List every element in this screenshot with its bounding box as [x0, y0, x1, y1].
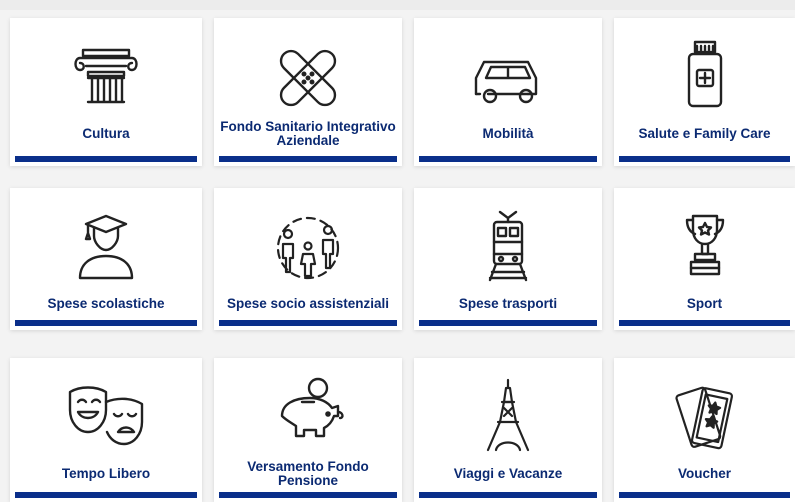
tile-accent-bar	[619, 492, 790, 498]
tile-spese-trasporti[interactable]: Spese trasporti	[414, 188, 602, 330]
tile-accent-bar	[15, 320, 197, 326]
graduate-icon	[10, 206, 202, 288]
eiffel-tower-icon	[414, 376, 602, 458]
tile-versamento-fondo-pensione[interactable]: Versamento Fondo Pensione	[214, 358, 402, 502]
tile-label: Viaggi e Vacanze	[453, 466, 563, 481]
tile-label: Spese scolastiche	[47, 296, 165, 311]
tile-salute-family-care[interactable]: Salute e Family Care	[614, 18, 795, 166]
column-icon	[10, 36, 202, 118]
tile-mobilita[interactable]: Mobilità	[414, 18, 602, 166]
tile-label: Mobilità	[482, 126, 534, 141]
tile-accent-bar	[219, 492, 397, 498]
tile-tempo-libero[interactable]: Tempo Libero	[10, 358, 202, 502]
bandage-icon	[214, 36, 402, 118]
tile-viaggi-vacanze[interactable]: Viaggi e Vacanze	[414, 358, 602, 502]
family-icon	[214, 206, 402, 288]
tile-label: Cultura	[82, 126, 130, 141]
tile-voucher[interactable]: Voucher	[614, 358, 795, 502]
tile-spese-scolastiche[interactable]: Spese scolastiche	[10, 188, 202, 330]
tile-accent-bar	[419, 320, 597, 326]
tile-accent-bar	[219, 156, 397, 162]
tile-label: Fondo Sanitario Integrativo Aziendale	[220, 119, 396, 148]
tile-accent-bar	[619, 156, 790, 162]
top-bar	[0, 0, 795, 10]
tile-cultura[interactable]: Cultura	[10, 18, 202, 166]
tile-sport[interactable]: Sport	[614, 188, 795, 330]
tile-label: Voucher	[677, 466, 731, 481]
tile-label: Tempo Libero	[61, 466, 151, 481]
tile-label: Versamento Fondo Pensione	[247, 459, 369, 488]
trophy-icon	[614, 206, 795, 288]
piggy-bank-icon	[214, 376, 402, 458]
medicine-bottle-icon	[614, 36, 795, 118]
tile-label: Salute e Family Care	[638, 126, 771, 141]
tile-accent-bar	[419, 156, 597, 162]
tile-label: Spese socio assistenziali	[226, 296, 390, 311]
tile-accent-bar	[15, 492, 197, 498]
tile-accent-bar	[619, 320, 790, 326]
tile-fondo-sanitario[interactable]: Fondo Sanitario Integrativo Aziendale	[214, 18, 402, 166]
car-icon	[414, 36, 602, 118]
tile-accent-bar	[419, 492, 597, 498]
tile-accent-bar	[219, 320, 397, 326]
tile-label: Sport	[686, 296, 723, 311]
train-icon	[414, 206, 602, 288]
theater-masks-icon	[10, 376, 202, 458]
tile-spese-socio-assistenziali[interactable]: Spese socio assistenziali	[214, 188, 402, 330]
tile-accent-bar	[15, 156, 197, 162]
tile-label: Spese trasporti	[458, 296, 558, 311]
ticket-icon	[614, 376, 795, 458]
